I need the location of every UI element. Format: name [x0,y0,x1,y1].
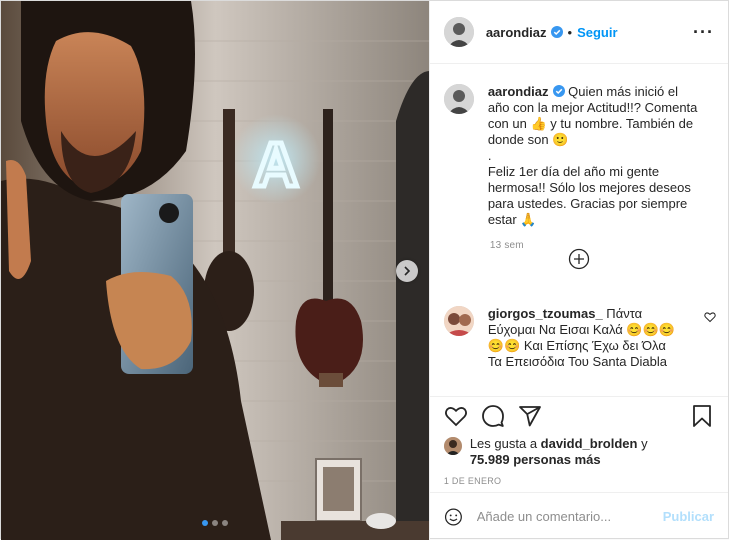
carousel-dot-1 [201,520,208,526]
comment-username[interactable]: giorgos_tzoumas_ [488,306,603,321]
caption-text: aarondiaz Quien más inició el año con la… [488,84,700,228]
post-photo: A [1,1,429,540]
add-comment-bar: Publicar [429,492,728,540]
likes-count[interactable]: 75.989 personas más [470,452,601,467]
comments-section: aarondiaz Quien más inició el año con la… [430,64,728,396]
heart-icon[interactable] [444,404,468,428]
comment-item: giorgos_tzoumas_ Πάντα Εύχομαι Να Εισαι … [443,306,716,370]
carousel-indicator [1,520,429,526]
bookmark-icon[interactable] [690,404,714,428]
post-media[interactable]: A [1,1,429,540]
likes-text: Les gusta a davidd_brolden y 75.989 perso… [470,436,648,468]
avatar-image [443,306,474,336]
caption-body: Quien más inició el año con la mejor Act… [487,84,698,227]
carousel-next-button[interactable] [395,260,418,282]
liker-username[interactable]: davidd_brolden [541,436,638,451]
publish-button[interactable]: Publicar [663,509,714,524]
post-header: aarondiaz • Seguir ··· [429,1,728,64]
follow-button[interactable]: Seguir [577,25,617,40]
liker-avatar[interactable] [443,437,462,455]
carousel-dot-3 [221,520,228,526]
post-side-panel: aarondiaz • Seguir ··· aarondiaz Quien m… [428,1,728,540]
action-bar [429,396,728,434]
caption-username[interactable]: aarondiaz [488,84,549,99]
caption-timestamp[interactable]: 13 sem [490,240,714,251]
caption-avatar[interactable] [443,84,474,114]
caption: aarondiaz Quien más inició el año con la… [443,84,714,228]
likes-prefix: Les gusta a [469,436,541,451]
chevron-right-icon [404,266,410,276]
verified-badge-icon [550,26,563,38]
more-options-icon[interactable]: ··· [693,22,714,43]
avatar-image [443,17,474,47]
comment-input[interactable] [476,509,653,524]
likes-connector: y [637,436,648,451]
post-modal: A aarondiaz • Seguir ··· aarondiaz Quien… [0,0,729,540]
comment-text: giorgos_tzoumas_ Πάντα Εύχομαι Να Εισαι … [488,306,680,370]
neon-sign: A [254,131,299,200]
comment-icon[interactable] [481,404,505,428]
avatar-image [443,84,474,114]
comment-avatar[interactable] [443,306,474,336]
header-username[interactable]: aarondiaz [486,25,547,40]
share-icon[interactable] [518,404,542,428]
header-separator: • [567,24,573,40]
likes-summary: Les gusta a davidd_brolden y 75.989 perso… [430,434,728,468]
like-comment-heart-icon[interactable] [704,311,716,323]
carousel-dot-2 [211,520,218,526]
verified-badge-icon [552,85,565,97]
emoji-icon[interactable] [444,505,463,529]
load-more-comments-icon[interactable] [568,248,590,270]
avatar-image [443,437,462,455]
avatar[interactable] [443,17,474,47]
